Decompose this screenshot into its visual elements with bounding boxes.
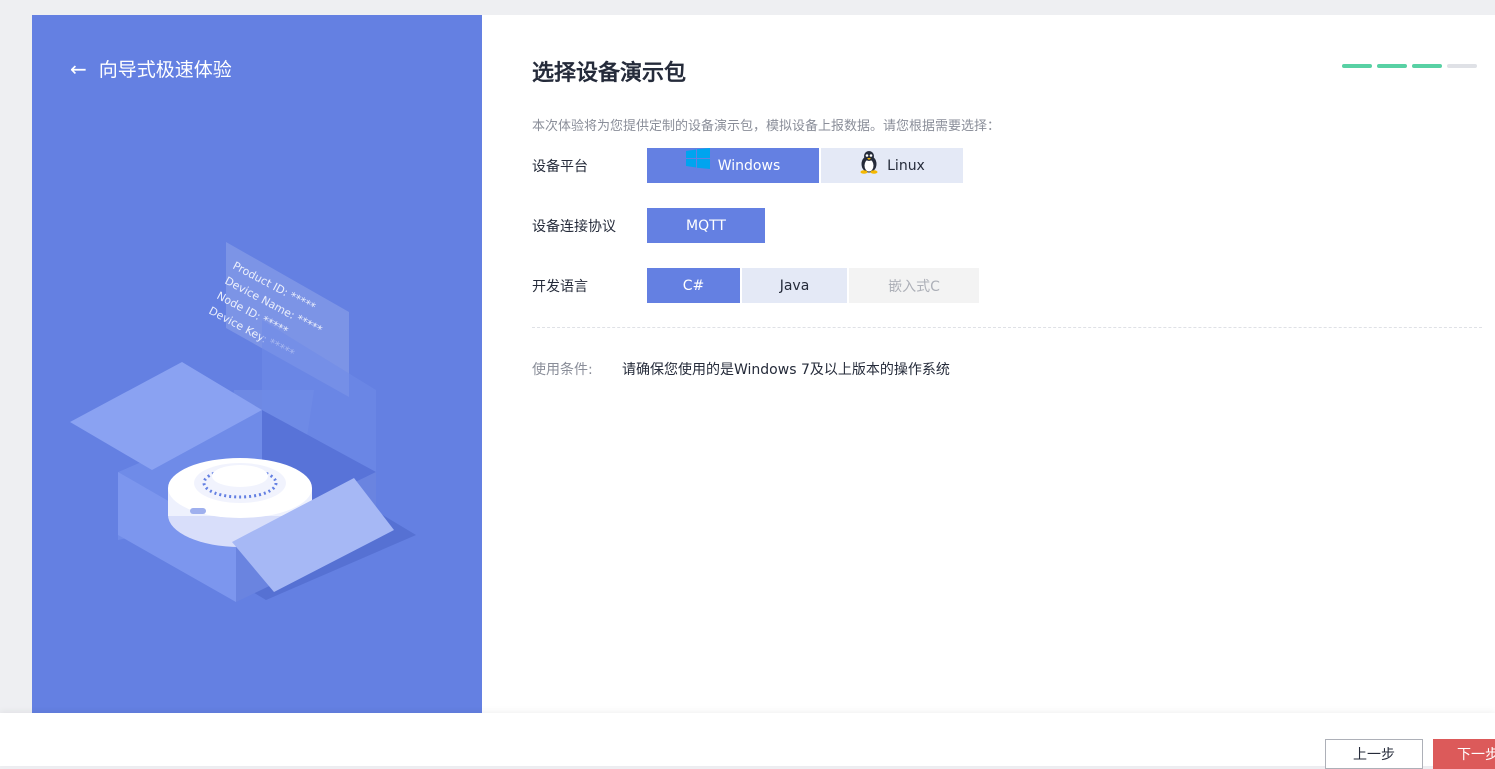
step-indicator-2 — [1377, 64, 1407, 68]
protocol-row: 设备连接协议 MQTT — [532, 208, 765, 243]
page-title: 选择设备演示包 — [532, 61, 687, 86]
platform-row: 设备平台 Windows Linux — [532, 147, 963, 183]
protocol-option-label: MQTT — [686, 217, 726, 234]
platform-label: 设备平台 — [532, 158, 588, 175]
language-option-label: C# — [682, 277, 705, 294]
language-option-label: 嵌入式C — [888, 278, 940, 295]
language-option-label: Java — [779, 277, 810, 294]
wizard-dialog: ← 向导式极速体验 Product ID: ***** Device Name:… — [32, 15, 1495, 713]
left-panel: ← 向导式极速体验 Product ID: ***** Device Name:… — [32, 15, 482, 713]
device-box-illustration: Product ID: ***** Device Name: ***** Nod… — [70, 242, 416, 602]
usage-condition: 使用条件: 请确保您使用的是Windows 7及以上版本的操作系统 — [532, 359, 950, 379]
step-progress — [1342, 64, 1477, 68]
content-panel: 选择设备演示包 本次体验将为您提供定制的设备演示包，模拟设备上报数据。请您根据需… — [482, 15, 1495, 713]
platform-option-label: Windows — [717, 157, 781, 174]
platform-option-linux[interactable]: Linux — [821, 148, 963, 183]
prev-step-button[interactable]: 上一步 — [1325, 739, 1423, 769]
linux-tux-icon — [859, 150, 879, 174]
windows-icon — [685, 147, 710, 170]
language-options: C# Java 嵌入式C — [647, 268, 979, 303]
back-arrow-icon[interactable]: ← — [70, 59, 87, 79]
footer-bar: 上一步 下一步 — [0, 713, 1495, 769]
language-label: 开发语言 — [532, 278, 588, 295]
next-step-button[interactable]: 下一步 — [1433, 739, 1495, 769]
condition-label: 使用条件: — [532, 362, 593, 378]
description-text: 本次体验将为您提供定制的设备演示包，模拟设备上报数据。请您根据需要选择： — [532, 119, 1001, 134]
platform-option-windows[interactable]: Windows — [647, 147, 819, 183]
platform-option-label: Linux — [887, 157, 925, 174]
step-indicator-4 — [1447, 64, 1477, 68]
language-option-embedded-c: 嵌入式C — [849, 268, 979, 303]
language-row: 开发语言 C# Java 嵌入式C — [532, 268, 979, 303]
section-divider — [532, 327, 1482, 328]
platform-options: Windows Linux — [647, 147, 963, 183]
back-label: 向导式极速体验 — [98, 59, 232, 81]
protocol-option-mqtt[interactable]: MQTT — [647, 208, 765, 243]
step-indicator-1 — [1342, 64, 1372, 68]
condition-value: 请确保您使用的是Windows 7及以上版本的操作系统 — [622, 362, 950, 378]
step-indicator-3 — [1412, 64, 1442, 68]
protocol-options: MQTT — [647, 208, 765, 243]
language-option-java[interactable]: Java — [742, 268, 847, 303]
protocol-label: 设备连接协议 — [532, 218, 616, 235]
back-link[interactable]: ← 向导式极速体验 — [70, 55, 232, 82]
language-option-csharp[interactable]: C# — [647, 268, 740, 303]
